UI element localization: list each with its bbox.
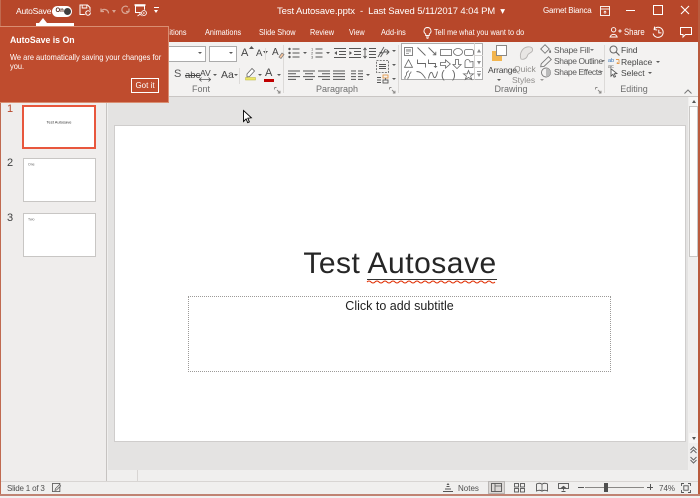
svg-text:3: 3 (311, 55, 314, 60)
